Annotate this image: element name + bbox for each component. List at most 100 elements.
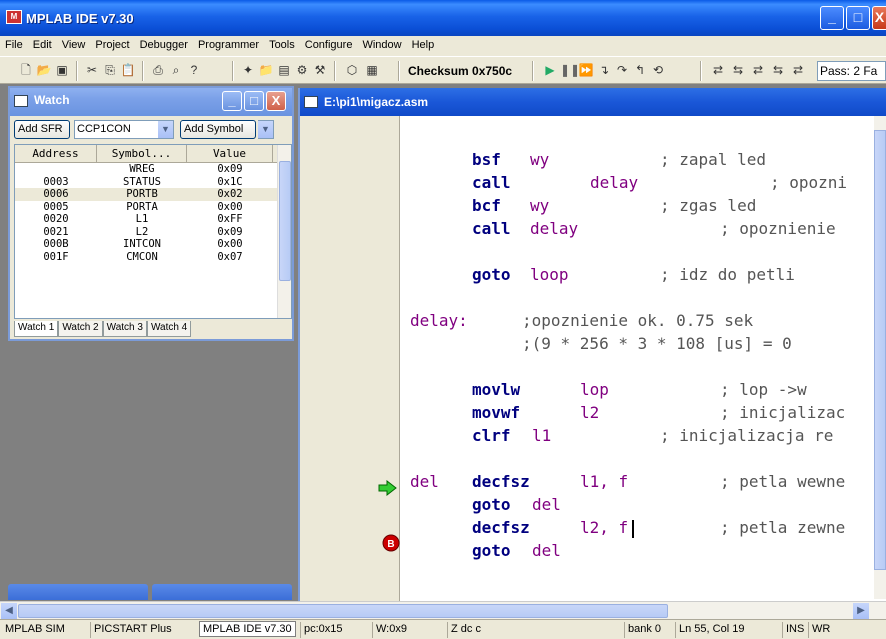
open-project-icon[interactable]: 📁 [258,63,274,78]
paste-icon[interactable]: 📋 [120,63,136,78]
toolbar: 🗋 📂 ▣ ✂ ⎘ 📋 ⎙ ⌕ ? ✦ 📁 ▤ ⚙ ⚒ ⬡ ▦ Checksum… [0,56,886,84]
copy-icon[interactable]: ⎘ [102,63,118,78]
watch-tabs: Watch 1 Watch 2 Watch 3 Watch 4 [14,321,192,337]
save-icon[interactable]: ▣ [54,63,70,78]
menu-debugger[interactable]: Debugger [135,36,193,54]
col-symbol[interactable]: Symbol... [97,145,187,162]
menu-bar: File Edit View Project Debugger Programmer Too… [0,36,886,56]
scroll-right-icon[interactable]: ▶ [853,603,869,619]
animate-icon[interactable]: ⏩ [578,63,594,78]
watch-maximize-button[interactable]: □ [244,91,264,111]
menu-edit[interactable]: Edit [28,36,57,54]
table-row[interactable]: WREG 0x09 [15,163,291,176]
menu-help[interactable]: Help [407,36,440,54]
sfr-combo-value: CCP1CON [77,123,131,135]
menu-tools[interactable]: Tools [264,36,300,54]
tab-watch-3[interactable]: Watch 3 [102,321,147,337]
cut-icon[interactable]: ✂ [84,63,100,78]
trace-icon-5[interactable]: ⇄ [790,63,806,78]
table-row[interactable]: 0020 L1 0xFF [15,213,291,226]
halt-icon[interactable]: ❚❚ [560,63,580,78]
table-row[interactable]: 0003 STATUS 0x1C [15,176,291,189]
maximize-button[interactable]: □ [846,6,870,30]
col-value[interactable]: Value [187,145,273,162]
step-over-icon[interactable]: ↷ [614,63,630,78]
table-row[interactable]: 001F CMCON 0x07 [15,251,291,264]
trace-icon-1[interactable]: ⇄ [710,63,726,78]
trace-icon-3[interactable]: ⇄ [750,63,766,78]
window-icon [14,95,28,107]
editor-window: E:\pi1\migacz.asm B bsf wy; zapal led cal… [298,88,886,619]
add-symbol-button[interactable]: Add Symbol [180,120,256,139]
editor-vertical-scrollbar[interactable] [874,116,886,599]
new-file-icon[interactable]: 🗋 [18,63,34,78]
step-into-icon[interactable]: ↴ [596,63,612,78]
scroll-thumb[interactable] [874,130,886,570]
menu-view[interactable]: View [57,36,91,54]
file-icon [304,96,318,108]
menu-programmer[interactable]: Programmer [193,36,264,54]
table-row[interactable]: 0005 PORTA 0x00 [15,201,291,214]
table-row[interactable]: 000B INTCON 0x00 [15,238,291,251]
new-project-icon[interactable]: ✦ [240,63,256,78]
minimize-button[interactable]: _ [820,6,844,30]
status-ins: INS [782,622,807,638]
build-all-icon[interactable]: ⚒ [312,63,328,78]
table-row[interactable]: 0006 PORTB 0x02 [15,188,291,201]
sfr-combo[interactable]: CCP1CON ▼ [74,120,174,139]
tab-watch-2[interactable]: Watch 2 [58,321,103,337]
menu-file[interactable]: File [0,36,28,54]
tab-watch-4[interactable]: Watch 4 [146,321,192,337]
title-bar: M MPLAB IDE v7.30 _ □ X [0,0,886,36]
mplab-app-icon: M [6,10,22,24]
minimized-window-1[interactable] [8,584,148,600]
trace-icon-2[interactable]: ⇆ [730,63,746,78]
checksum-label: Checksum 0x750c [408,64,513,78]
chevron-down-icon[interactable]: ▼ [158,121,173,138]
run-icon[interactable]: ▶ [542,63,558,78]
help-icon[interactable]: ? [186,63,202,78]
watch-table: Address Symbol... Value WREG 0x09 0003 STA… [14,144,292,319]
save-project-icon[interactable]: ▤ [276,63,292,78]
status-debugger: MPLAB SIM [5,623,65,635]
breakpoint-marker: B [387,539,394,550]
status-flags: Z dc c [447,622,484,638]
step-out-icon[interactable]: ↰ [632,63,648,78]
editor-title-bar: E:\pi1\migacz.asm [300,88,886,116]
close-button[interactable]: X [872,6,886,30]
build-icon[interactable]: ⚙ [294,63,310,78]
reset-icon[interactable]: ⟲ [650,63,666,78]
print-icon[interactable]: ⎙ [150,63,166,78]
symbol-combo[interactable]: ▼ [258,120,274,139]
table-row[interactable]: 0021 L2 0x09 [15,226,291,239]
menu-configure[interactable]: Configure [300,36,358,54]
chevron-down-icon[interactable]: ▼ [258,121,273,138]
find-icon[interactable]: ⌕ [168,63,184,78]
scroll-thumb[interactable] [18,604,668,618]
breakpoint-icon[interactable]: B [382,534,400,552]
watch-close-button[interactable]: X [266,91,286,111]
calendar-icon[interactable]: ▦ [364,63,380,78]
status-bar: MPLAB SIM PICSTART Plus MPLAB IDE v7.30 … [0,619,886,639]
watch-vertical-scrollbar[interactable] [277,145,291,318]
open-file-icon[interactable]: 📂 [36,63,52,78]
status-w: W:0x9 [372,622,410,638]
pass-count-field[interactable]: Pass: 2 Fa [817,61,886,81]
add-sfr-button[interactable]: Add SFR [14,120,70,139]
watch-title-bar: Watch _ □ X [10,88,292,116]
watch-minimize-button[interactable]: _ [222,91,242,111]
editor-file-path: E:\pi1\migacz.asm [324,95,429,109]
code-area[interactable]: bsf wy; zapal led call delay; opozni bcf wy… [400,116,876,599]
scroll-thumb[interactable] [279,161,291,281]
col-address[interactable]: Address [15,145,97,162]
program-icon[interactable]: ⬡ [344,63,360,78]
tab-watch-1[interactable]: Watch 1 [14,321,59,337]
scroll-left-icon[interactable]: ◀ [1,603,17,619]
status-position: Ln 55, Col 19 [675,622,747,638]
editor-gutter[interactable]: B [300,116,400,619]
minimized-window-2[interactable] [152,584,292,600]
menu-window[interactable]: Window [357,36,406,54]
horizontal-scrollbar[interactable]: ◀ ▶ [0,601,886,619]
trace-icon-4[interactable]: ⇆ [770,63,786,78]
menu-project[interactable]: Project [90,36,134,54]
